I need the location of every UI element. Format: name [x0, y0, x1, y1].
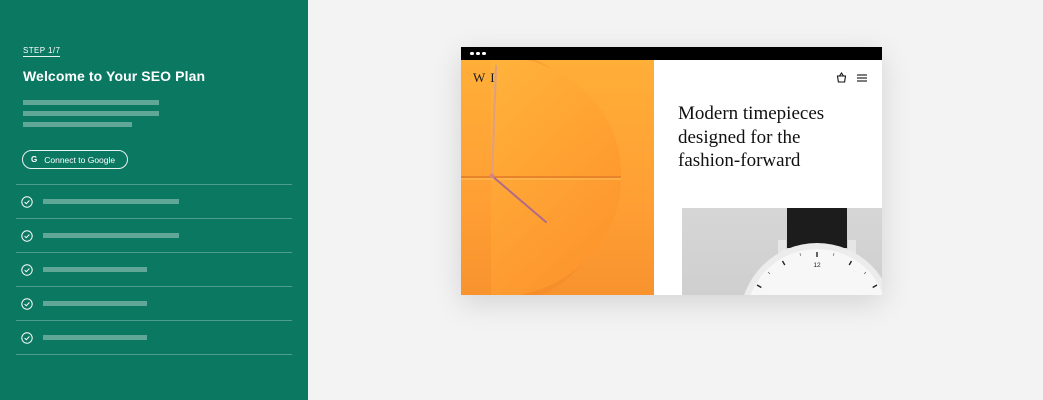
checklist-item-text-placeholder [43, 233, 179, 238]
checklist-item[interactable] [16, 252, 292, 286]
window-dot [470, 51, 474, 56]
check-circle-icon [21, 263, 33, 276]
check-circle-icon [21, 195, 33, 208]
headline-line: designed for the [678, 126, 801, 148]
hero-headline: Modern timepieces designed for the fashi… [678, 102, 878, 173]
hero-text-section: Modern timepieces designed for the fashi… [654, 60, 882, 295]
product-watch-image: 12 [682, 208, 882, 295]
placeholder-text-line [23, 122, 132, 127]
watch-numeral-12: 12 [813, 262, 821, 269]
browser-title-bar [461, 47, 882, 60]
seo-checklist [16, 184, 292, 355]
check-circle-icon [21, 331, 33, 344]
window-dot [482, 51, 486, 56]
watch-illustration: 12 [744, 208, 882, 295]
checklist-item-text-placeholder [43, 335, 147, 340]
checklist-item[interactable] [16, 218, 292, 252]
checklist-item[interactable] [16, 184, 292, 218]
site-logo[interactable]: W I [473, 70, 496, 86]
placeholder-text-line [23, 111, 159, 116]
website-preview-window: W I Modern timepieces designed for the f… [461, 47, 882, 295]
google-icon: G [31, 155, 38, 164]
connect-to-google-button[interactable]: G Connect to Google [22, 150, 128, 169]
checklist-item[interactable] [16, 286, 292, 320]
checklist-item-text-placeholder [43, 267, 147, 272]
check-circle-icon [21, 297, 33, 310]
headline-line: Modern timepieces [678, 103, 825, 124]
hamburger-menu-icon[interactable] [857, 74, 867, 82]
checklist-item-text-placeholder [43, 301, 147, 306]
connect-to-google-label: Connect to Google [44, 154, 116, 165]
checklist-item-text-placeholder [43, 199, 179, 204]
window-dot [476, 51, 480, 56]
check-circle-icon [21, 229, 33, 242]
panel-title: Welcome to Your SEO Plan [23, 68, 206, 84]
headline-line: fashion-forward [678, 150, 801, 171]
clock-illustration [461, 60, 622, 295]
seo-plan-panel: STEP 1/7 Welcome to Your SEO Plan G Conn… [0, 0, 308, 400]
placeholder-text-line [23, 100, 159, 105]
checklist-item[interactable] [16, 320, 292, 355]
hero-clock-image: W I [461, 60, 654, 295]
step-indicator: STEP 1/7 [23, 46, 61, 57]
shopping-bag-icon[interactable] [836, 72, 847, 83]
